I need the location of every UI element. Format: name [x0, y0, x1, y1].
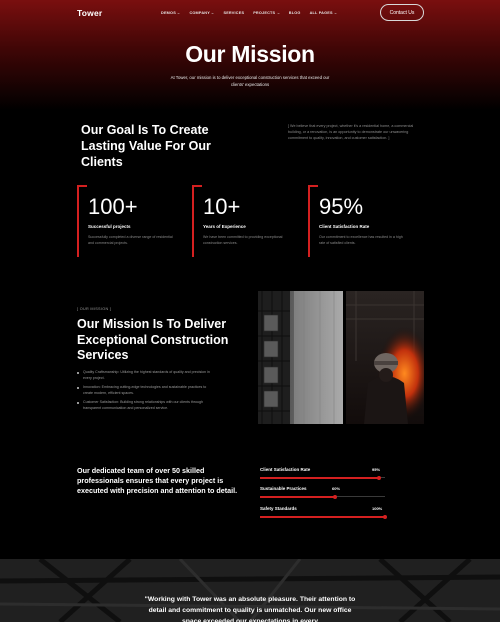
worker-photo	[346, 291, 424, 424]
progress-label: Client Satisfaction Rate	[260, 467, 311, 472]
team-statement: Our dedicated team of over 50 skilled pr…	[77, 466, 238, 495]
accent-bar	[308, 185, 310, 257]
building-photo	[258, 291, 343, 424]
accent-bar	[77, 185, 87, 187]
list-item-text: Customer Satisfaction: Building strong r…	[83, 400, 204, 410]
stat-value: 10+	[203, 194, 241, 219]
hero-subtitle: At Tower, our mission is to deliver exce…	[170, 75, 330, 87]
menu-item-label: BLOG	[288, 11, 301, 15]
stat-label: Years of Experience	[203, 224, 246, 229]
chevron-down-icon	[177, 12, 181, 14]
stat-card-experience: 10+ Years of Experience We have been com…	[192, 185, 292, 257]
menu-item-label: DEMOS	[161, 11, 176, 15]
chevron-down-icon	[277, 12, 280, 14]
progress-value: 95%	[372, 467, 381, 472]
menu-item-label: ALL PAGES	[309, 11, 333, 15]
goal-heading: Our Goal Is To Create Lasting Value For …	[81, 123, 211, 169]
main-menu: DEMOS COMPANY SERVICES PROJECTS BLOG ALL…	[161, 11, 337, 15]
mission-list: Quality Craftsmanship: Utilizing the hig…	[77, 370, 217, 415]
section-eyebrow: [ OUR MISSION ]	[77, 307, 112, 311]
accent-bar	[192, 185, 202, 187]
menu-item-services[interactable]: SERVICES	[223, 11, 244, 15]
accent-bar	[77, 185, 79, 257]
list-item: Customer Satisfaction: Building strong r…	[77, 400, 217, 411]
stat-description: Our commitment to excellence has resulte…	[319, 235, 403, 245]
menu-item-projects[interactable]: PROJECTS	[253, 11, 280, 15]
site-logo[interactable]: Tower	[77, 8, 102, 18]
menu-item-company[interactable]: COMPANY	[189, 11, 215, 15]
list-item: Quality Craftsmanship: Utilizing the hig…	[77, 370, 217, 381]
bullet-icon	[77, 387, 79, 389]
bullet-icon	[77, 372, 79, 374]
chevron-down-icon	[211, 12, 215, 14]
progress-knob	[376, 475, 381, 480]
menu-item-all-pages[interactable]: ALL PAGES	[310, 11, 338, 15]
progress-label: Safety Standards	[260, 506, 297, 511]
stat-label: Client Satisfaction Rate	[319, 224, 370, 229]
menu-item-label: PROJECTS	[253, 11, 276, 15]
accent-bar	[192, 185, 194, 257]
menu-item-label: COMPANY	[189, 11, 210, 15]
building-photo-graphic	[258, 291, 343, 424]
progress-label: Sustainable Practices	[260, 486, 307, 491]
progress-sustainable-practices: Sustainable Practices 60%	[260, 486, 385, 499]
bullet-icon	[77, 402, 79, 404]
list-item-text: Quality Craftsmanship: Utilizing the hig…	[83, 370, 210, 380]
accent-bar	[308, 185, 318, 187]
contact-us-button[interactable]: Contact Us	[380, 4, 424, 21]
stat-value: 100+	[88, 194, 138, 219]
list-item-text: Innovation: Embracing cutting-edge techn…	[83, 385, 207, 395]
mission-heading: Our Mission Is To Deliver Exceptional Co…	[77, 317, 229, 362]
progress-safety-standards: Safety Standards 100%	[260, 506, 387, 519]
menu-item-demos[interactable]: DEMOS	[161, 11, 181, 15]
progress-value: 60%	[332, 486, 341, 491]
stat-card-satisfaction: 95% Client Satisfaction Rate Our commitm…	[308, 185, 408, 257]
progress-fill	[260, 515, 385, 518]
top-nav: Tower DEMOS COMPANY SERVICES PROJECTS BL…	[0, 0, 500, 26]
list-item: Innovation: Embracing cutting-edge techn…	[77, 385, 217, 396]
progress-knob	[383, 514, 387, 519]
goal-description: [ We believe that every project, whether…	[288, 124, 414, 140]
testimonial-quote: "Working with Tower was an absolute plea…	[144, 596, 356, 622]
progress-knob	[333, 494, 337, 499]
stat-card-projects: 100+ Successful projects Successfully co…	[77, 185, 177, 257]
stat-label: Successful projects	[88, 224, 131, 229]
page-title: Our Mission	[185, 41, 315, 67]
worker-photo-graphic	[346, 291, 424, 424]
menu-item-label: SERVICES	[223, 11, 245, 15]
progress-fill	[260, 495, 335, 498]
progress-fill	[260, 476, 379, 479]
menu-item-blog[interactable]: BLOG	[289, 11, 301, 15]
progress-client-satisfaction: Client Satisfaction Rate 95%	[260, 467, 385, 480]
stat-value: 95%	[319, 194, 364, 219]
chevron-down-icon	[334, 12, 337, 14]
stat-description: We have been committed to providing exce…	[203, 235, 283, 245]
progress-value: 100%	[372, 506, 383, 511]
stat-description: Successfully completed a diverse range o…	[88, 235, 173, 245]
